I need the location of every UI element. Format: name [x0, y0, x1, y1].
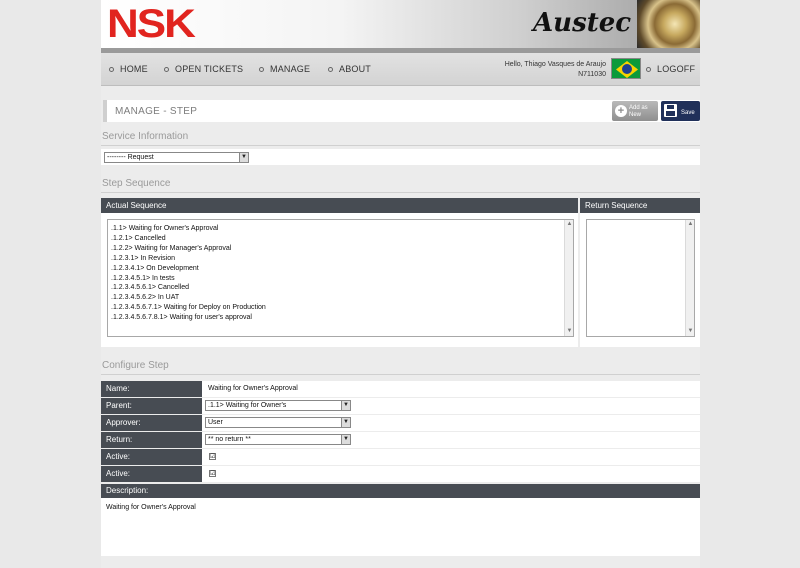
nav-open-tickets-label: OPEN TICKETS — [175, 64, 244, 74]
return-sequence-list[interactable]: ▲ ▼ — [586, 219, 695, 337]
name-row: Name: Waiting for Owner's Approval — [101, 381, 700, 397]
request-select[interactable]: -------- Request ▼ — [104, 152, 249, 163]
list-item[interactable]: .1.2.3.4.5.6.7.8.1> Waiting for user's a… — [108, 313, 573, 323]
brazil-flag-icon — [611, 58, 641, 79]
list-item[interactable]: .1.2.3.4.5.1> In tests — [108, 274, 573, 284]
user-greeting: Hello, Thiago Vasques de Araujo — [504, 61, 606, 68]
user-info: Hello, Thiago Vasques de Araujo N711030 — [505, 60, 606, 80]
active-label-1: Active: — [101, 449, 202, 465]
bullet-icon — [646, 66, 651, 72]
divider — [101, 145, 700, 146]
nav-about-label: ABOUT — [339, 64, 372, 74]
parent-select[interactable]: .1.1> Waiting for Owner's ▼ — [205, 400, 351, 411]
list-item[interactable]: .1.2.3.4.5.6.7.1> Waiting for Deploy on … — [108, 303, 573, 313]
list-item[interactable]: .1.2.3.4.1> On Development — [108, 264, 573, 274]
list-item[interactable]: .1.2.3.4.5.6.1> Cancelled — [108, 283, 573, 293]
save-disk-icon — [664, 104, 677, 117]
bullet-icon — [328, 66, 333, 72]
active-checkbox-1[interactable]: ☑ — [209, 453, 216, 460]
parent-label: Parent: — [101, 398, 202, 414]
logoff-label: LOGOFF — [657, 64, 696, 74]
approver-select-value: User — [208, 419, 223, 426]
name-label: Name: — [101, 381, 202, 397]
bullet-icon — [259, 66, 264, 72]
list-item[interactable]: .1.1> Waiting for Owner's Approval — [108, 224, 573, 234]
step-sequence-heading: Step Sequence — [102, 178, 171, 189]
page-title-bar: MANAGE - STEP — [103, 100, 700, 122]
list-item[interactable]: .1.2.2> Waiting for Manager's Approval — [108, 244, 573, 254]
active-label-2: Active: — [101, 466, 202, 482]
approver-select[interactable]: User ▼ — [205, 417, 351, 428]
nav-manage-label: MANAGE — [270, 64, 311, 74]
configure-step-heading: Configure Step — [102, 360, 169, 371]
return-select-value: ** no return ** — [208, 436, 251, 443]
name-value[interactable]: Waiting for Owner's Approval — [208, 385, 298, 392]
chevron-down-icon: ▼ — [341, 418, 350, 427]
service-info-panel: -------- Request ▼ — [101, 149, 700, 165]
nav-home-label: HOME — [120, 64, 148, 74]
page-container: NSK Austec HOME OPEN TICKETS MANAGE ABOU… — [101, 0, 700, 568]
list-item[interactable]: .1.2.3.1> In Revision — [108, 254, 573, 264]
description-textarea[interactable]: Waiting for Owner's Approval — [101, 498, 700, 556]
active-checkbox-2[interactable]: ☑ — [209, 470, 216, 477]
save-label: Save — [681, 110, 695, 116]
save-button[interactable]: Save — [661, 101, 700, 121]
return-label: Return: — [101, 432, 202, 448]
parent-select-value: .1.1> Waiting for Owner's — [208, 402, 287, 409]
logoff-link[interactable]: LOGOFF — [646, 64, 695, 74]
active-row-1: Active: ☑ — [101, 449, 700, 465]
bearing-image — [637, 0, 700, 48]
header-banner: NSK Austec — [101, 0, 700, 48]
bullet-icon — [109, 66, 114, 72]
list-item[interactable]: .1.2.3.4.5.6.2> In UAT — [108, 293, 573, 303]
chevron-down-icon: ▼ — [341, 401, 350, 410]
nav-open-tickets[interactable]: OPEN TICKETS — [164, 64, 243, 74]
scroll-up-icon[interactable]: ▲ — [686, 220, 694, 229]
return-sequence-header: Return Sequence — [580, 198, 700, 213]
list-item[interactable]: .1.2.1> Cancelled — [108, 234, 573, 244]
approver-row: Approver: User ▼ — [101, 415, 700, 431]
description-header: Description: — [101, 484, 700, 498]
return-list-scrollbar[interactable]: ▲ ▼ — [685, 220, 694, 336]
approver-label: Approver: — [101, 415, 202, 431]
add-as-new-label: Add as New — [629, 105, 648, 118]
nav-about[interactable]: ABOUT — [328, 64, 371, 74]
actual-sequence-list[interactable]: .1.1> Waiting for Owner's Approval .1.2.… — [107, 219, 574, 337]
divider — [101, 192, 700, 193]
return-sequence-panel: ▲ ▼ — [580, 213, 700, 347]
chevron-down-icon: ▼ — [341, 435, 350, 444]
service-info-heading: Service Information — [102, 131, 189, 142]
actual-list-scrollbar[interactable]: ▲ ▼ — [564, 220, 573, 336]
chevron-down-icon: ▼ — [239, 153, 248, 162]
plus-icon: + — [615, 105, 627, 117]
austec-brand: Austec — [533, 8, 632, 38]
nav-manage[interactable]: MANAGE — [259, 64, 310, 74]
return-select[interactable]: ** no return ** ▼ — [205, 434, 351, 445]
actual-sequence-header: Actual Sequence — [101, 198, 578, 213]
main-nav: HOME OPEN TICKETS MANAGE ABOUT Hello, Th… — [101, 53, 700, 86]
user-id: N711030 — [578, 71, 606, 78]
divider — [101, 374, 700, 375]
actual-sequence-panel: .1.1> Waiting for Owner's Approval .1.2.… — [101, 213, 578, 347]
nav-home[interactable]: HOME — [109, 64, 148, 74]
parent-row: Parent: .1.1> Waiting for Owner's ▼ — [101, 398, 700, 414]
actual-sequence-items: .1.1> Waiting for Owner's Approval .1.2.… — [108, 220, 573, 323]
bullet-icon — [164, 66, 169, 72]
page-title: MANAGE - STEP — [115, 106, 198, 117]
scroll-down-icon[interactable]: ▼ — [686, 327, 694, 336]
return-row: Return: ** no return ** ▼ — [101, 432, 700, 448]
active-row-2: Active: ☑ — [101, 466, 700, 482]
scroll-up-icon[interactable]: ▲ — [565, 220, 573, 229]
description-value: Waiting for Owner's Approval — [106, 504, 196, 511]
scroll-down-icon[interactable]: ▼ — [565, 327, 573, 336]
request-select-value: -------- Request — [107, 154, 154, 161]
nsk-logo: NSK — [107, 2, 196, 47]
add-as-new-button[interactable]: + Add as New — [612, 101, 658, 121]
